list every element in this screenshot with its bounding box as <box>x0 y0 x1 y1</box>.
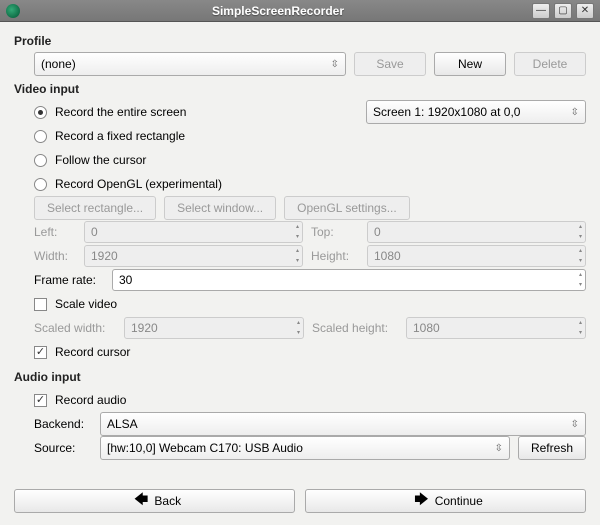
backend-select[interactable]: ALSA <box>100 412 586 436</box>
select-rectangle-button: Select rectangle... <box>34 196 156 220</box>
label-entire-screen: Record the entire screen <box>55 105 358 119</box>
continue-button[interactable]: 🡆 Continue <box>305 489 586 513</box>
label-source: Source: <box>34 441 92 455</box>
back-button[interactable]: 🡄 Back <box>14 489 295 513</box>
scale-video-checkbox[interactable] <box>34 298 47 311</box>
record-audio-checkbox[interactable] <box>34 394 47 407</box>
profile-select[interactable]: (none) <box>34 52 346 76</box>
scaled-width-input <box>124 317 304 339</box>
radio-opengl[interactable] <box>34 178 47 191</box>
close-button[interactable]: ✕ <box>576 3 594 19</box>
source-select[interactable]: [hw:10,0] Webcam C170: USB Audio <box>100 436 510 460</box>
label-width: Width: <box>34 249 76 263</box>
label-frame-rate: Frame rate: <box>34 273 104 287</box>
video-title: Video input <box>14 82 586 96</box>
refresh-button[interactable]: Refresh <box>518 436 586 460</box>
continue-label: Continue <box>435 494 483 508</box>
label-left: Left: <box>34 225 76 239</box>
audio-input-section: Audio input Record audio Backend: ALSA S… <box>14 370 586 460</box>
new-button[interactable]: New <box>434 52 506 76</box>
select-window-button: Select window... <box>164 196 276 220</box>
profile-title: Profile <box>14 34 586 48</box>
app-icon <box>6 4 20 18</box>
top-input <box>367 221 586 243</box>
radio-follow-cursor[interactable] <box>34 154 47 167</box>
label-opengl: Record OpenGL (experimental) <box>55 177 222 191</box>
label-record-cursor: Record cursor <box>55 345 130 359</box>
label-top: Top: <box>311 225 359 239</box>
save-button: Save <box>354 52 426 76</box>
video-input-section: Video input Record the entire screen Scr… <box>14 82 586 364</box>
footer-nav: 🡄 Back 🡆 Continue <box>14 489 586 513</box>
height-input <box>367 245 586 267</box>
back-arrow-icon: 🡄 <box>134 489 148 513</box>
maximize-button[interactable]: ▢ <box>554 3 572 19</box>
backend-value: ALSA <box>107 417 138 431</box>
label-follow-cursor: Follow the cursor <box>55 153 146 167</box>
left-input <box>84 221 303 243</box>
label-backend: Backend: <box>34 417 92 431</box>
window-title: SimpleScreenRecorder <box>28 4 528 18</box>
label-fixed-rectangle: Record a fixed rectangle <box>55 129 185 143</box>
screen-selected-value: Screen 1: 1920x1080 at 0,0 <box>373 105 520 119</box>
screen-select[interactable]: Screen 1: 1920x1080 at 0,0 <box>366 100 586 124</box>
minimize-button[interactable]: — <box>532 3 550 19</box>
scaled-height-input <box>406 317 586 339</box>
audio-title: Audio input <box>14 370 586 384</box>
label-scale-video: Scale video <box>55 297 117 311</box>
width-input <box>84 245 303 267</box>
label-scaled-height: Scaled height: <box>312 321 398 335</box>
record-cursor-checkbox[interactable] <box>34 346 47 359</box>
delete-button: Delete <box>514 52 586 76</box>
frame-rate-input[interactable] <box>112 269 586 291</box>
opengl-settings-button: OpenGL settings... <box>284 196 410 220</box>
label-scaled-width: Scaled width: <box>34 321 116 335</box>
radio-entire-screen[interactable] <box>34 106 47 119</box>
forward-arrow-icon: 🡆 <box>414 489 428 513</box>
radio-fixed-rectangle[interactable] <box>34 130 47 143</box>
back-label: Back <box>154 494 181 508</box>
profile-selected-value: (none) <box>41 57 76 71</box>
label-height: Height: <box>311 249 359 263</box>
profile-section: Profile (none) Save New Delete <box>14 34 586 76</box>
label-record-audio: Record audio <box>55 393 126 407</box>
source-value: [hw:10,0] Webcam C170: USB Audio <box>107 441 303 455</box>
titlebar: SimpleScreenRecorder — ▢ ✕ <box>0 0 600 22</box>
